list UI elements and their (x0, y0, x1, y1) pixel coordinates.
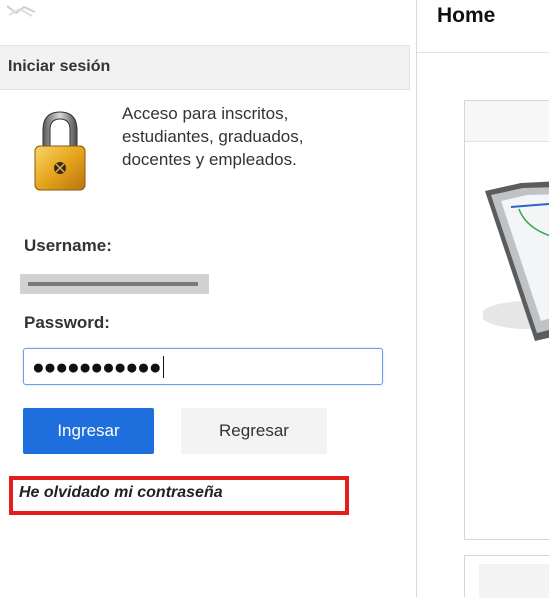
main-panel: Home (417, 0, 549, 598)
password-mask: ●●●●●●●●●●● (32, 356, 164, 380)
username-field-redacted[interactable] (20, 274, 209, 294)
padlock-icon (34, 111, 86, 191)
password-field[interactable]: ●●●●●●●●●●● (23, 348, 383, 385)
page-title: Home (437, 4, 496, 27)
login-submit-button[interactable]: Ingresar (23, 408, 154, 454)
content-card-secondary (464, 555, 549, 598)
login-header-title: Iniciar sesión (8, 58, 111, 75)
back-button[interactable]: Regresar (181, 408, 327, 454)
text-caret (162, 356, 164, 378)
redaction-bar (28, 282, 198, 286)
login-description: Acceso para inscritos, estudiantes, grad… (122, 102, 382, 171)
secondary-card-inner (479, 564, 549, 598)
description-line: Acceso para inscritos, (122, 104, 289, 123)
logo-fragment (6, 5, 36, 17)
content-card-header (465, 101, 549, 142)
content-card (464, 100, 549, 540)
login-section-header: Iniciar sesión (0, 45, 410, 90)
description-line: docentes y empleados. (122, 150, 297, 169)
password-label: Password: (24, 313, 110, 332)
login-panel: Iniciar sesión Acceso para inscritos, es… (0, 0, 417, 597)
username-label: Username: (24, 236, 112, 255)
description-line: estudiantes, graduados, (122, 127, 304, 146)
tablet-illustration (483, 181, 549, 341)
forgot-password-highlight: He olvidado mi contraseña (9, 476, 349, 515)
forgot-password-link[interactable]: He olvidado mi contraseña (19, 484, 223, 502)
title-divider (417, 52, 549, 53)
